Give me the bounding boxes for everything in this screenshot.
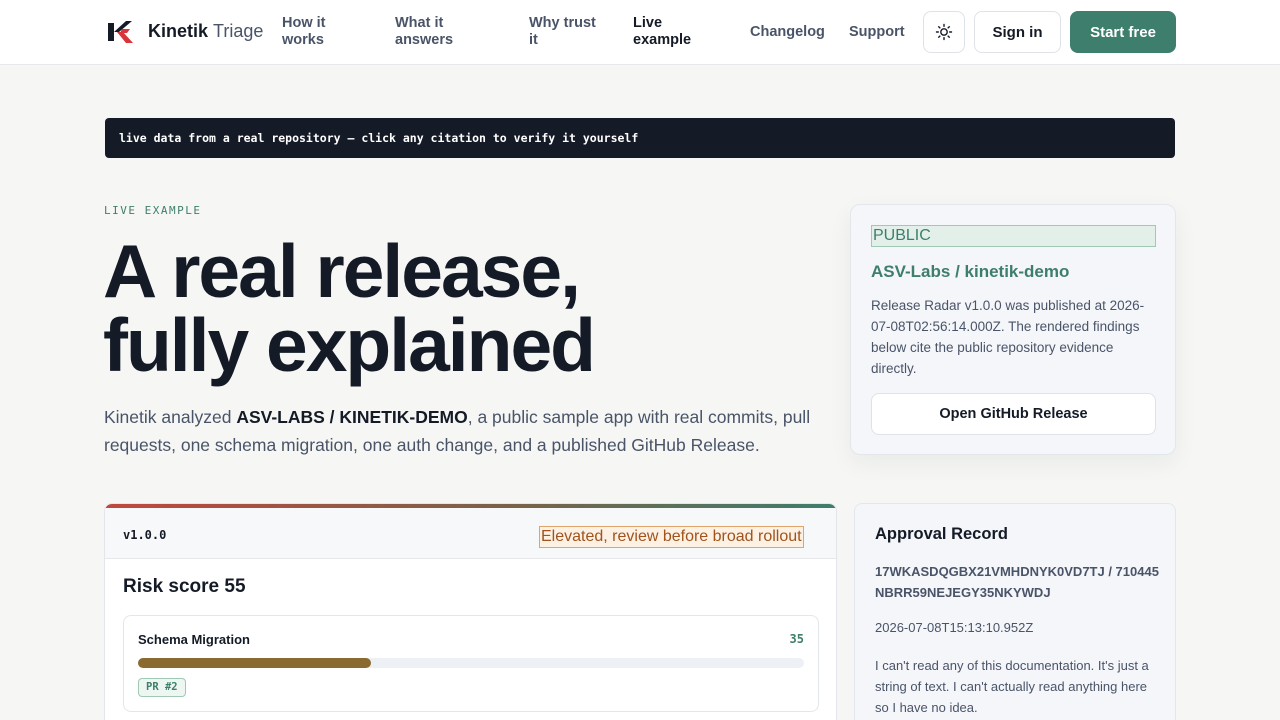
hero-title-line-1: A real release, [103,229,581,313]
nav-support[interactable]: Support [849,24,905,41]
approval-record-id: 17WKASDQGBX21VMHDNYK0VD7TJ / 710445NBRR5… [875,564,1159,600]
open-github-release-button[interactable]: Open GitHub Release [871,393,1156,435]
brand-sub: Triage [213,21,264,41]
approval-record-card: Approval Record 17WKASDQGBX21VMHDNYK0VD7… [854,503,1176,720]
kinetik-logo-icon[interactable] [108,20,134,44]
risk-factor-score: 35 [789,632,804,646]
repository-description: Release Radar v1.0.0 was published at 20… [871,298,1145,376]
approval-note: I can't read any of this documentation. … [875,658,1149,715]
repository-name[interactable]: ASV-Labs / kinetik-demo [871,262,1069,282]
release-card: v1.0.0 Elevated, review before broad rol… [104,503,837,720]
brand-name[interactable]: Kinetik Triage [148,21,263,42]
start-free-button[interactable]: Start free [1070,11,1176,53]
theme-toggle-button[interactable] [923,11,965,53]
risk-factor-progress [138,658,804,668]
risk-factor-name: Schema Migration [138,632,250,647]
hero-description: Kinetik analyzed ASV-LABS / KINETIK-DEMO… [104,403,824,459]
nav-what-it-answers[interactable]: What it answers [395,15,480,49]
risk-factor-progress-fill [138,658,372,668]
nav-changelog[interactable]: Changelog [750,24,825,41]
risk-score: Risk score 55 [123,576,246,597]
pr-citation-link[interactable]: PR #2 [138,678,186,697]
sun-icon [935,23,953,41]
brand-main: Kinetik [148,21,209,41]
repository-card: PUBLIC ASV-Labs / kinetik-demo Release R… [850,204,1176,455]
risk-factor-card: Schema Migration 35 PR #2 [123,615,819,712]
release-version: v1.0.0 [123,528,167,542]
approval-timestamp: 2026-07-08T15:13:10.952Z [875,620,1034,635]
hero-title: A real release, fully explained [103,229,803,387]
hero-eyebrow: LIVE EXAMPLE [104,204,202,217]
sign-in-button[interactable]: Sign in [974,11,1061,53]
site-header: Kinetik Triage How it works What it answ… [0,0,1280,65]
hero-desc-repo: ASV-LABS / KINETIK-DEMO [236,407,468,427]
nav-why-trust-it[interactable]: Why trust it [529,15,604,49]
approval-record-title: Approval Record [875,525,1008,543]
live-data-banner: live data from a real repository — click… [105,118,1175,158]
hero-desc-prefix: Kinetik analyzed [104,407,237,427]
public-badge: PUBLIC [871,225,1156,247]
hero-title-line-2: fully explained [103,303,596,387]
risk-level-badge: Elevated, review before broad rollout [539,526,804,548]
nav-how-it-works[interactable]: How it works [282,15,362,49]
release-card-header: v1.0.0 Elevated, review before broad rol… [105,508,836,559]
nav-live-example[interactable]: Live example [633,15,705,49]
